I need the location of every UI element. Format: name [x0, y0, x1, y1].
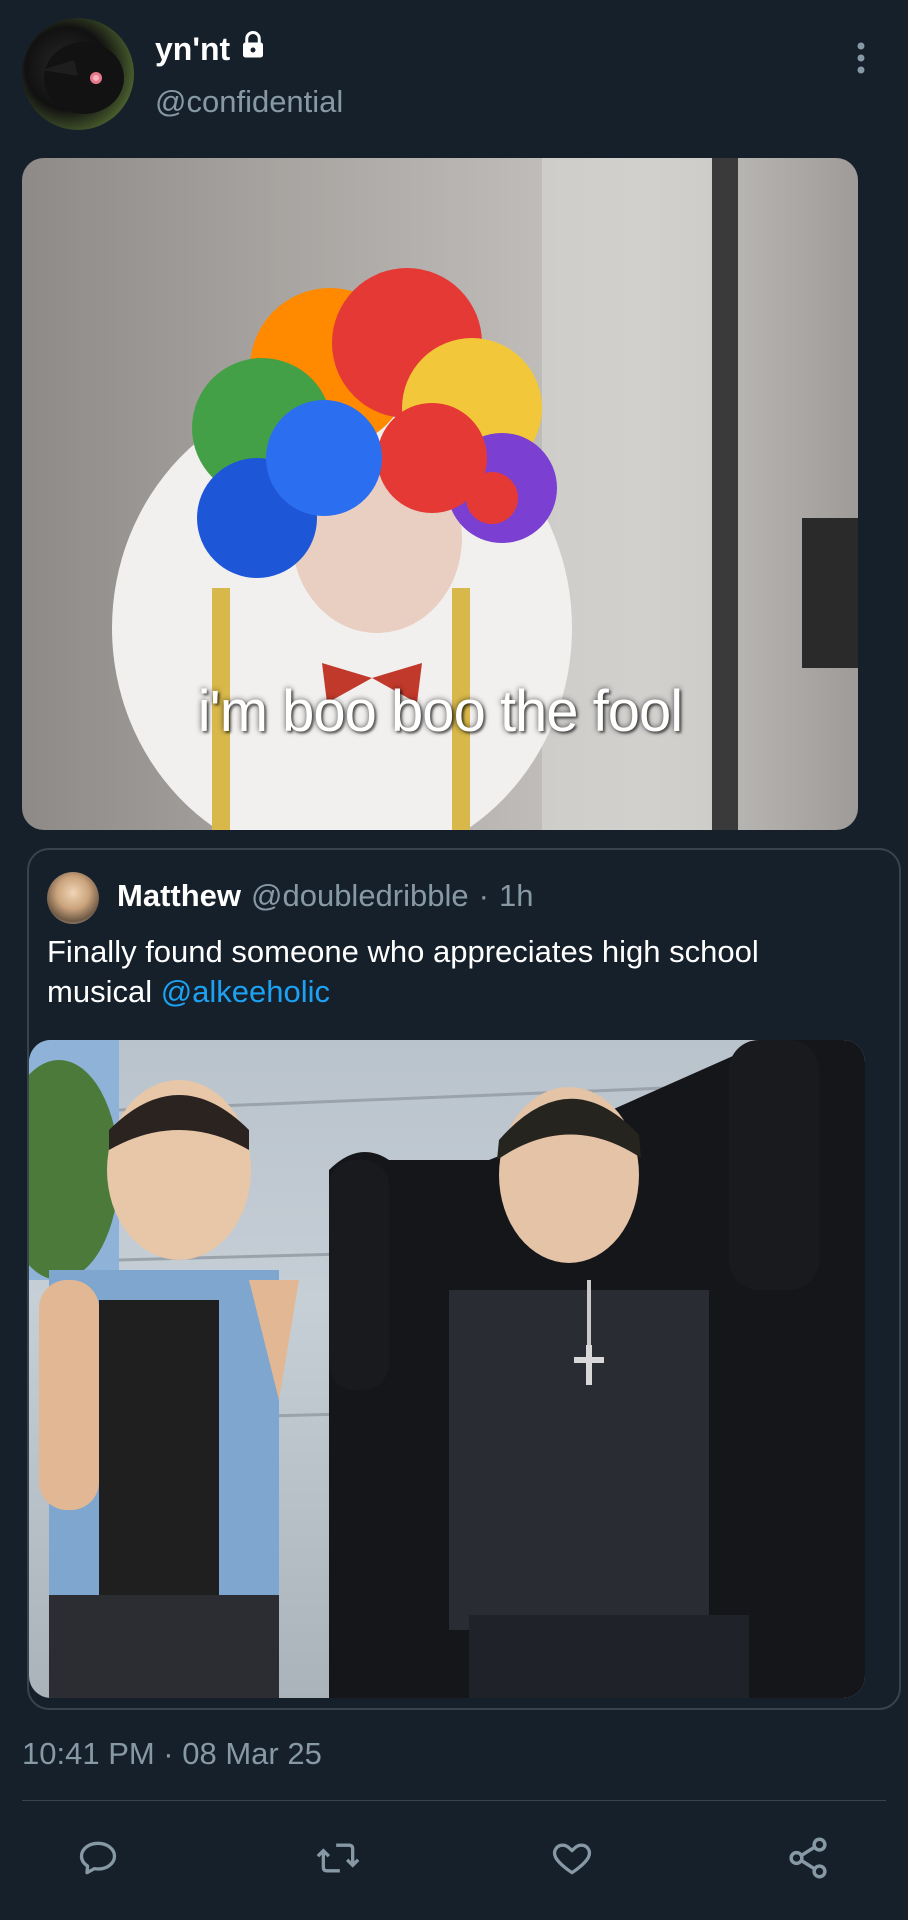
author-name-row[interactable]: yn'nt — [155, 30, 268, 68]
mention-link[interactable]: @alkeeholic — [161, 974, 330, 1009]
reply-icon — [76, 1836, 120, 1885]
tweet-timestamp: 10:41 PM · 08 Mar 25 — [22, 1736, 322, 1771]
image-caption: i'm boo boo the fool — [197, 679, 683, 744]
quoted-tweet[interactable]: Matthew @doubledribble · 1h Finally foun… — [27, 848, 901, 1710]
reply-button[interactable] — [58, 1820, 138, 1900]
author-avatar[interactable] — [22, 18, 134, 130]
author-handle[interactable]: @confidential — [155, 84, 343, 120]
quoted-text: Finally found someone who appreciates hi… — [47, 932, 867, 1012]
quoted-time: 1h — [498, 878, 534, 913]
author-display-name[interactable]: yn'nt — [155, 31, 230, 68]
quoted-display-name[interactable]: Matthew — [117, 878, 241, 914]
share-button[interactable] — [768, 1820, 848, 1900]
share-icon — [785, 1835, 831, 1886]
quoted-separator: · — [478, 878, 489, 913]
like-button[interactable] — [532, 1820, 612, 1900]
lock-icon — [238, 30, 268, 68]
quoted-body: Finally found someone who appreciates hi… — [47, 934, 759, 1009]
tweet-image[interactable]: i'm boo boo the fool — [22, 158, 858, 830]
quoted-handle[interactable]: @doubledribble — [251, 878, 469, 914]
like-icon — [549, 1836, 595, 1885]
retweet-icon — [314, 1836, 362, 1885]
quoted-header: Matthew @doubledribble · 1h — [117, 878, 533, 914]
retweet-button[interactable] — [298, 1820, 378, 1900]
quoted-image[interactable] — [29, 1040, 865, 1698]
more-vertical-icon[interactable] — [848, 38, 874, 78]
divider — [22, 1800, 886, 1801]
quoted-author-avatar[interactable] — [47, 872, 99, 924]
